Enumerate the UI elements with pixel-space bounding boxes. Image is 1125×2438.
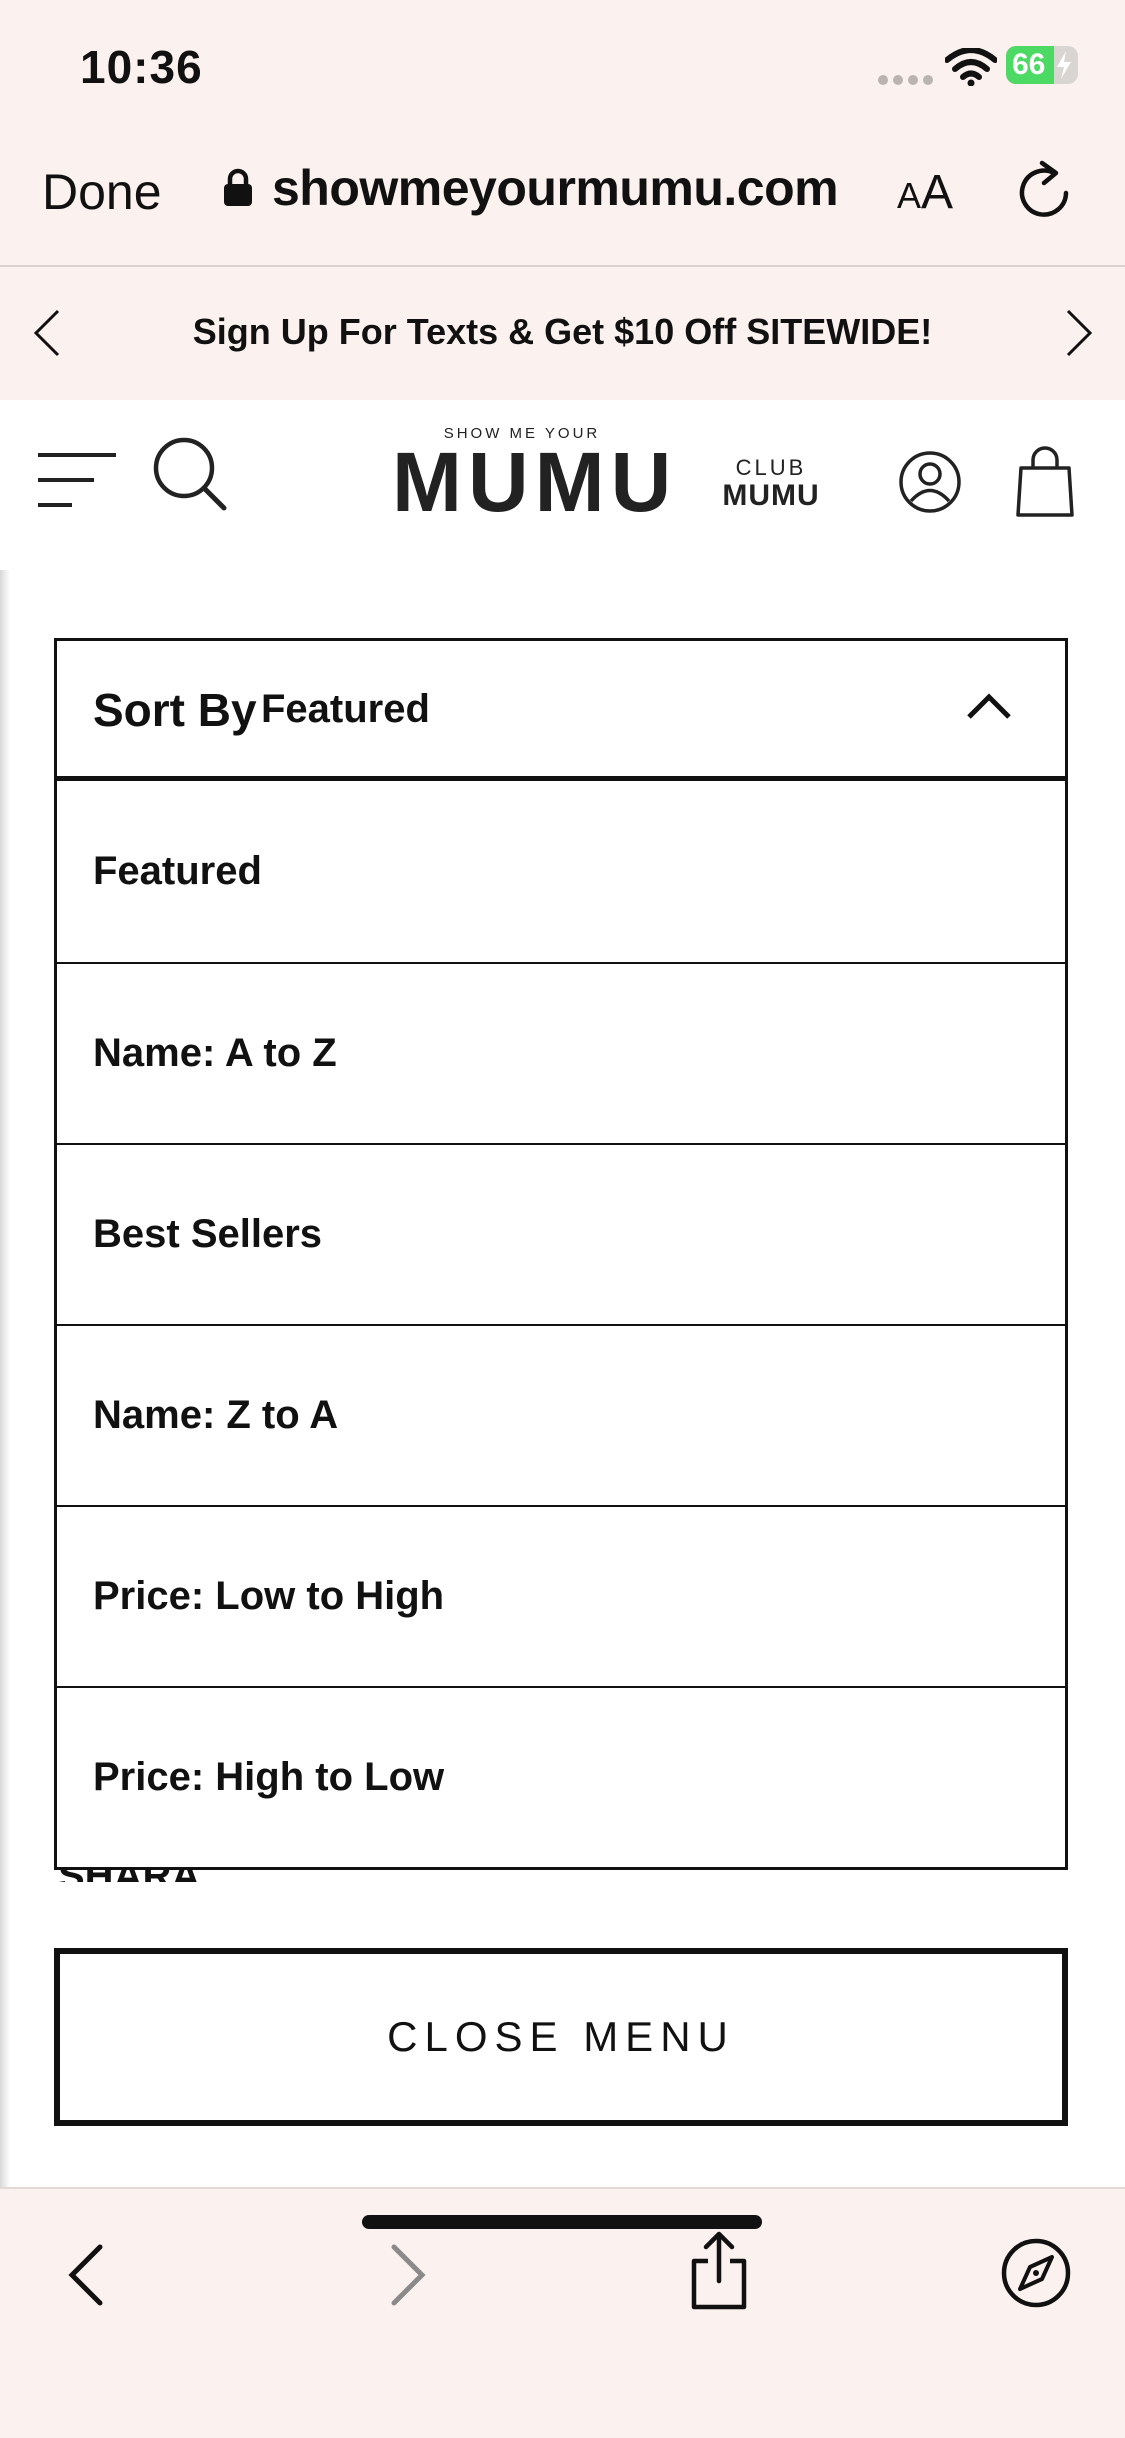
charging-bolt-icon: [1057, 51, 1071, 79]
status-bar: 10:36 66: [0, 0, 1125, 125]
account-icon[interactable]: [898, 450, 962, 514]
text-size-small-a: A: [897, 175, 922, 216]
club-label: CLUB: [735, 455, 807, 480]
browser-url-bar: Done showmeyourmumu.com AA: [0, 125, 1125, 267]
sort-label: Sort By: [93, 684, 257, 736]
done-button[interactable]: Done: [42, 163, 162, 221]
sort-option-name-a-to-z[interactable]: Name: A to Z: [57, 962, 1065, 1143]
club-mumu-link[interactable]: CLUB MUMU: [718, 455, 824, 511]
filter-drawer: SHARA Sort By Featured Featured Name: A …: [0, 570, 1125, 2187]
battery-percent: 66: [1012, 48, 1046, 81]
back-icon[interactable]: [66, 2243, 106, 2307]
logo-wordmark: MUMU: [392, 435, 678, 529]
brand-logo[interactable]: SHOW ME YOUR MUMU: [392, 425, 678, 529]
text-size-big-a: A: [921, 166, 954, 219]
home-indicator[interactable]: [362, 2215, 762, 2229]
promo-banner: Sign Up For Texts & Get $10 Off SITEWIDE…: [0, 267, 1125, 400]
hamburger-menu-icon[interactable]: [36, 450, 118, 510]
cellular-signal-icon: [878, 72, 938, 90]
search-icon[interactable]: [152, 436, 228, 512]
sort-dropdown: Sort By Featured Featured Name: A to Z B…: [54, 638, 1068, 1870]
url-address[interactable]: showmeyourmumu.com: [272, 159, 839, 217]
drawer-shadow: [0, 570, 10, 2187]
lock-icon: [224, 168, 252, 206]
shopping-bag-icon[interactable]: [1015, 446, 1075, 518]
close-menu-button[interactable]: CLOSE MENU: [54, 1948, 1068, 2126]
chevron-right-icon[interactable]: [1062, 307, 1096, 359]
sort-option-best-sellers[interactable]: Best Sellers: [57, 1143, 1065, 1324]
compass-icon[interactable]: [1000, 2237, 1072, 2309]
forward-icon[interactable]: [388, 2243, 428, 2307]
hidden-filter-label: SHARA: [58, 1870, 200, 1882]
text-size-button[interactable]: AA: [897, 165, 953, 220]
wifi-icon: [945, 48, 997, 86]
sort-option-price-low-to-high[interactable]: Price: Low to High: [57, 1505, 1065, 1686]
battery-indicator: 66: [1006, 46, 1078, 84]
share-icon[interactable]: [688, 2231, 750, 2311]
sort-options-list: Featured Name: A to Z Best Sellers Name:…: [57, 781, 1065, 1867]
sort-option-featured[interactable]: Featured: [57, 781, 1065, 962]
reload-icon[interactable]: [1014, 157, 1076, 225]
sort-selected-value: Featured: [261, 687, 430, 731]
club-brand: MUMU: [722, 479, 820, 512]
chevron-up-icon[interactable]: [965, 691, 1013, 721]
promo-text[interactable]: Sign Up For Texts & Get $10 Off SITEWIDE…: [0, 311, 1125, 353]
sort-dropdown-toggle[interactable]: Sort By Featured: [57, 641, 1065, 781]
sort-option-price-high-to-low[interactable]: Price: High to Low: [57, 1686, 1065, 1867]
sort-option-name-z-to-a[interactable]: Name: Z to A: [57, 1324, 1065, 1505]
site-header: SHOW ME YOUR MUMU CLUB MUMU: [0, 400, 1125, 570]
status-time: 10:36: [80, 41, 203, 93]
